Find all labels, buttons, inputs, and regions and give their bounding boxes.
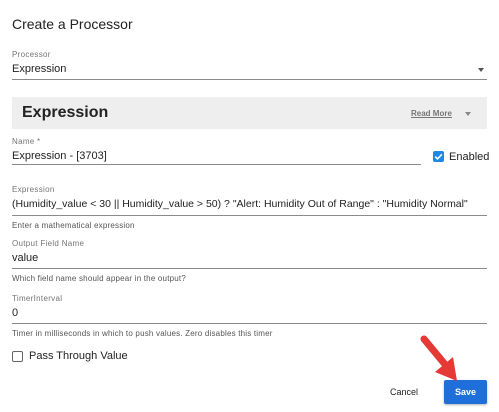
- pass-through-checkbox[interactable]: [12, 351, 23, 362]
- read-more-link[interactable]: Read More: [411, 109, 452, 118]
- chevron-down-icon[interactable]: [478, 68, 484, 72]
- expression-label: Expression: [12, 185, 55, 194]
- chevron-down-icon[interactable]: [465, 112, 471, 116]
- check-icon: [434, 153, 443, 161]
- output-field-underline: [12, 268, 487, 269]
- name-input[interactable]: Expression - [3703]: [12, 150, 107, 162]
- name-input-underline: [12, 164, 421, 165]
- enabled-checkbox[interactable]: [433, 151, 444, 162]
- output-field-label: Output Field Name: [12, 239, 85, 248]
- enabled-label: Enabled: [449, 151, 490, 163]
- timer-interval-label: TimerInterval: [12, 294, 63, 303]
- timer-interval-input[interactable]: 0: [12, 307, 18, 319]
- timer-interval-underline: [12, 323, 487, 324]
- processor-label: Processor: [12, 50, 51, 59]
- name-label: Name *: [12, 137, 41, 146]
- output-field-input[interactable]: value: [12, 252, 38, 264]
- expression-section-header: Expression Read More: [12, 97, 487, 129]
- expression-hint: Enter a mathematical expression: [12, 221, 135, 230]
- red-arrow-icon: [420, 335, 457, 381]
- output-field-hint: Which field name should appear in the ou…: [12, 274, 186, 283]
- processor-select-value[interactable]: Expression: [12, 63, 66, 75]
- timer-interval-hint: Timer in milliseconds in which to push v…: [12, 329, 273, 338]
- expression-input-underline: [12, 215, 487, 216]
- expression-input[interactable]: (Humidity_value < 30 || Humidity_value >…: [12, 198, 468, 210]
- processor-select-underline: [12, 79, 487, 80]
- section-title: Expression: [22, 104, 109, 121]
- dialog-title: Create a Processor: [12, 16, 133, 32]
- pass-through-label: Pass Through Value: [29, 350, 128, 362]
